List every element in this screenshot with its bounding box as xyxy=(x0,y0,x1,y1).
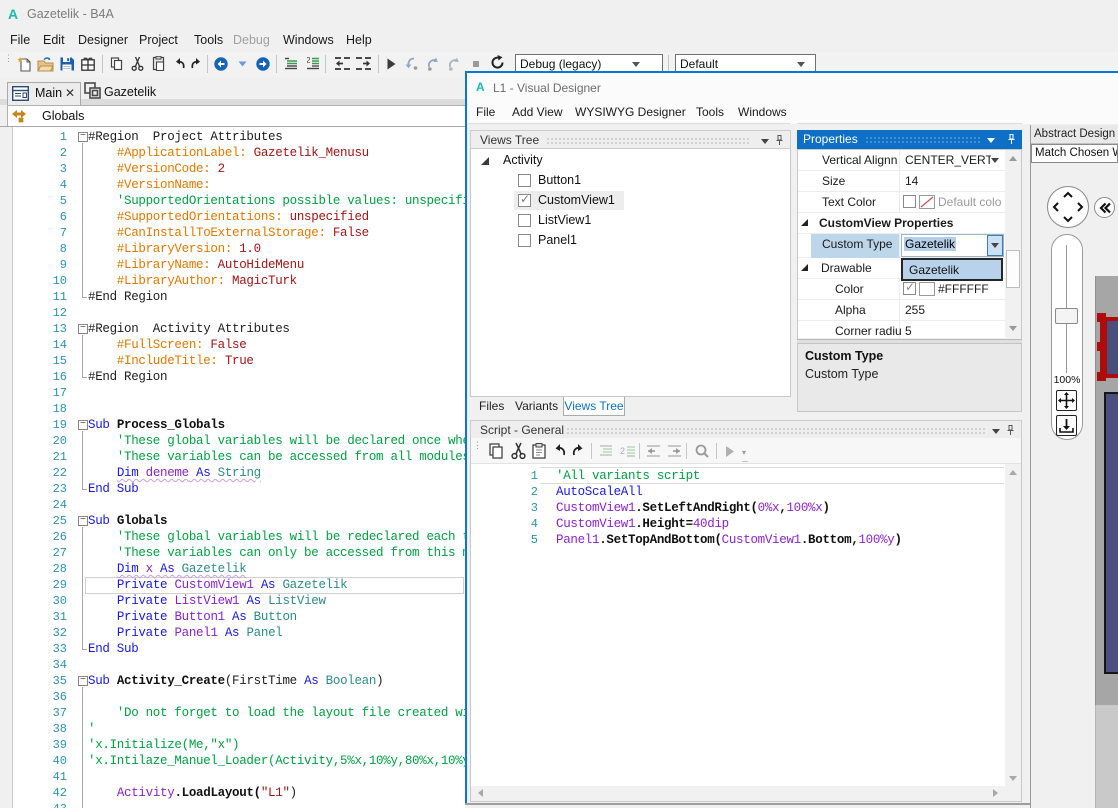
svg-text:2: 2 xyxy=(620,446,625,456)
svg-text:2: 2 xyxy=(307,57,311,65)
